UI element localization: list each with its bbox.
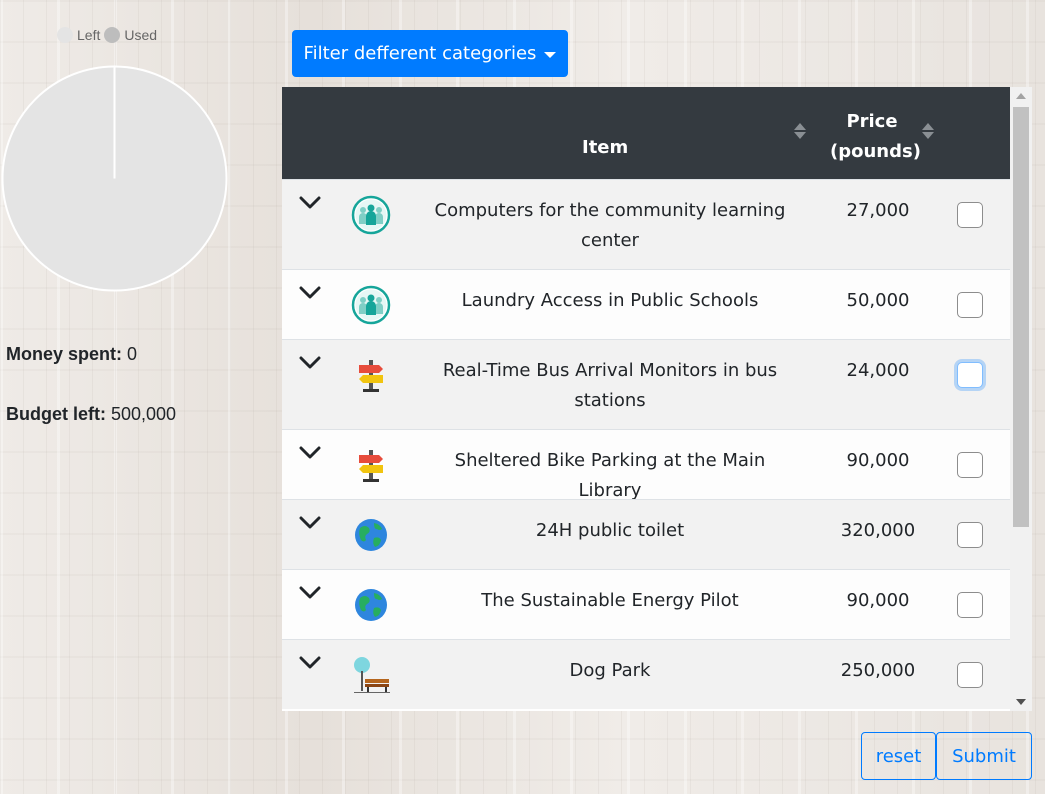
- table-row[interactable]: Dog Park 250,000: [282, 639, 1010, 709]
- select-checkbox[interactable]: [957, 292, 983, 318]
- globe-icon: [350, 514, 392, 556]
- item-price: 90,000: [846, 450, 910, 471]
- select-checkbox[interactable]: [957, 452, 983, 478]
- projects-table: Item Price (pounds) Computers for the co…: [282, 87, 1032, 711]
- budget-left: Budget left: 500,000: [6, 404, 176, 425]
- item-price: 24,000: [846, 360, 910, 381]
- legend-swatch-left: [57, 27, 73, 43]
- budget-pie-chart: [1, 65, 228, 292]
- table-row[interactable]: The Sustainable Energy Pilot 90,000: [282, 569, 1010, 639]
- column-header-item-label: Item: [582, 137, 629, 158]
- item-price: 90,000: [846, 590, 910, 611]
- community-icon: [350, 284, 392, 326]
- scroll-up-arrow-icon[interactable]: [1016, 93, 1026, 99]
- park-bench-icon: [350, 654, 392, 696]
- chevron-down-icon[interactable]: [299, 354, 321, 369]
- select-checkbox[interactable]: [957, 522, 983, 548]
- item-price: 320,000: [840, 520, 916, 541]
- signpost-icon: [350, 444, 392, 486]
- item-name: Dog Park: [422, 656, 798, 686]
- budget-left-label: Budget left:: [6, 404, 106, 424]
- chevron-down-icon[interactable]: [299, 654, 321, 669]
- chevron-down-icon[interactable]: [299, 194, 321, 209]
- money-spent-value: 0: [127, 344, 138, 364]
- item-name-line: Laundry Access in Public Schools: [461, 290, 759, 311]
- item-name-line: center: [581, 230, 639, 251]
- column-header-price-label: Price: [846, 111, 898, 132]
- select-checkbox[interactable]: [957, 592, 983, 618]
- reset-button[interactable]: reset: [861, 732, 936, 780]
- item-name: Sheltered Bike Parking at the Main Libra…: [422, 446, 798, 506]
- money-spent: Money spent: 0: [6, 344, 137, 365]
- sort-price-icon[interactable]: [922, 123, 934, 139]
- submit-button[interactable]: Submit: [936, 732, 1032, 780]
- money-spent-label: Money spent:: [6, 344, 123, 364]
- legend-label-used: Used: [124, 27, 158, 43]
- select-checkbox[interactable]: [957, 362, 983, 388]
- column-header-price[interactable]: Price (pounds): [830, 107, 921, 167]
- table-body: Computers for the community learning cent…: [282, 179, 1010, 709]
- legend-item-left[interactable]: Left: [57, 27, 100, 43]
- filter-categories-button[interactable]: Filter defferent categories: [292, 30, 568, 77]
- legend-item-used[interactable]: Used: [104, 27, 157, 43]
- chevron-down-icon[interactable]: [299, 284, 321, 299]
- column-header-price-unit: (pounds): [830, 141, 921, 162]
- table-row[interactable]: Real-Time Bus Arrival Monitors in bus sta…: [282, 339, 1010, 429]
- budget-left-value: 500,000: [111, 404, 177, 424]
- chevron-down-icon[interactable]: [299, 584, 321, 599]
- item-name-line: The Sustainable Energy Pilot: [481, 590, 739, 611]
- legend-swatch-used: [104, 27, 121, 43]
- table-row[interactable]: Laundry Access in Public Schools 50,000: [282, 269, 1010, 339]
- chart-legend: Left Used: [57, 27, 161, 43]
- table-header: Item Price (pounds): [282, 87, 1010, 179]
- sort-item-icon[interactable]: [794, 123, 806, 139]
- item-name: The Sustainable Energy Pilot: [422, 586, 798, 616]
- scroll-down-arrow-icon[interactable]: [1016, 699, 1026, 705]
- chevron-down-icon[interactable]: [299, 444, 321, 459]
- signpost-icon: [350, 354, 392, 396]
- community-icon: [350, 194, 392, 236]
- item-name-line: Dog Park: [569, 660, 651, 681]
- item-name: Real-Time Bus Arrival Monitors in bus sta…: [422, 356, 798, 416]
- item-name-line: 24H public toilet: [535, 520, 685, 541]
- item-price: 250,000: [840, 660, 916, 681]
- table-scrollbar[interactable]: [1010, 87, 1032, 711]
- item-price: 50,000: [846, 290, 910, 311]
- column-header-item[interactable]: Item: [582, 137, 628, 158]
- scrollbar-thumb[interactable]: [1013, 107, 1029, 527]
- item-name-line: Real-Time Bus Arrival Monitors in bus: [442, 360, 778, 381]
- item-name: 24H public toilet: [422, 516, 798, 546]
- item-price: 27,000: [846, 200, 910, 221]
- filter-categories-label: Filter defferent categories: [303, 43, 537, 64]
- caret-down-icon: [544, 51, 557, 58]
- legend-label-left: Left: [77, 27, 101, 43]
- table-row[interactable]: Computers for the community learning cent…: [282, 179, 1010, 269]
- table-row[interactable]: 24H public toilet 320,000: [282, 499, 1010, 569]
- item-name: Laundry Access in Public Schools: [422, 286, 798, 316]
- item-name-line: stations: [574, 390, 646, 411]
- table-row[interactable]: Sheltered Bike Parking at the Main Libra…: [282, 429, 1010, 501]
- item-name: Computers for the community learning cent…: [422, 196, 798, 256]
- globe-icon: [350, 584, 392, 626]
- select-checkbox[interactable]: [957, 202, 983, 228]
- select-checkbox[interactable]: [957, 662, 983, 688]
- item-name-line: Sheltered Bike Parking at the Main Libra…: [454, 450, 766, 501]
- item-name-line: Computers for the community learning: [434, 200, 786, 221]
- chevron-down-icon[interactable]: [299, 514, 321, 529]
